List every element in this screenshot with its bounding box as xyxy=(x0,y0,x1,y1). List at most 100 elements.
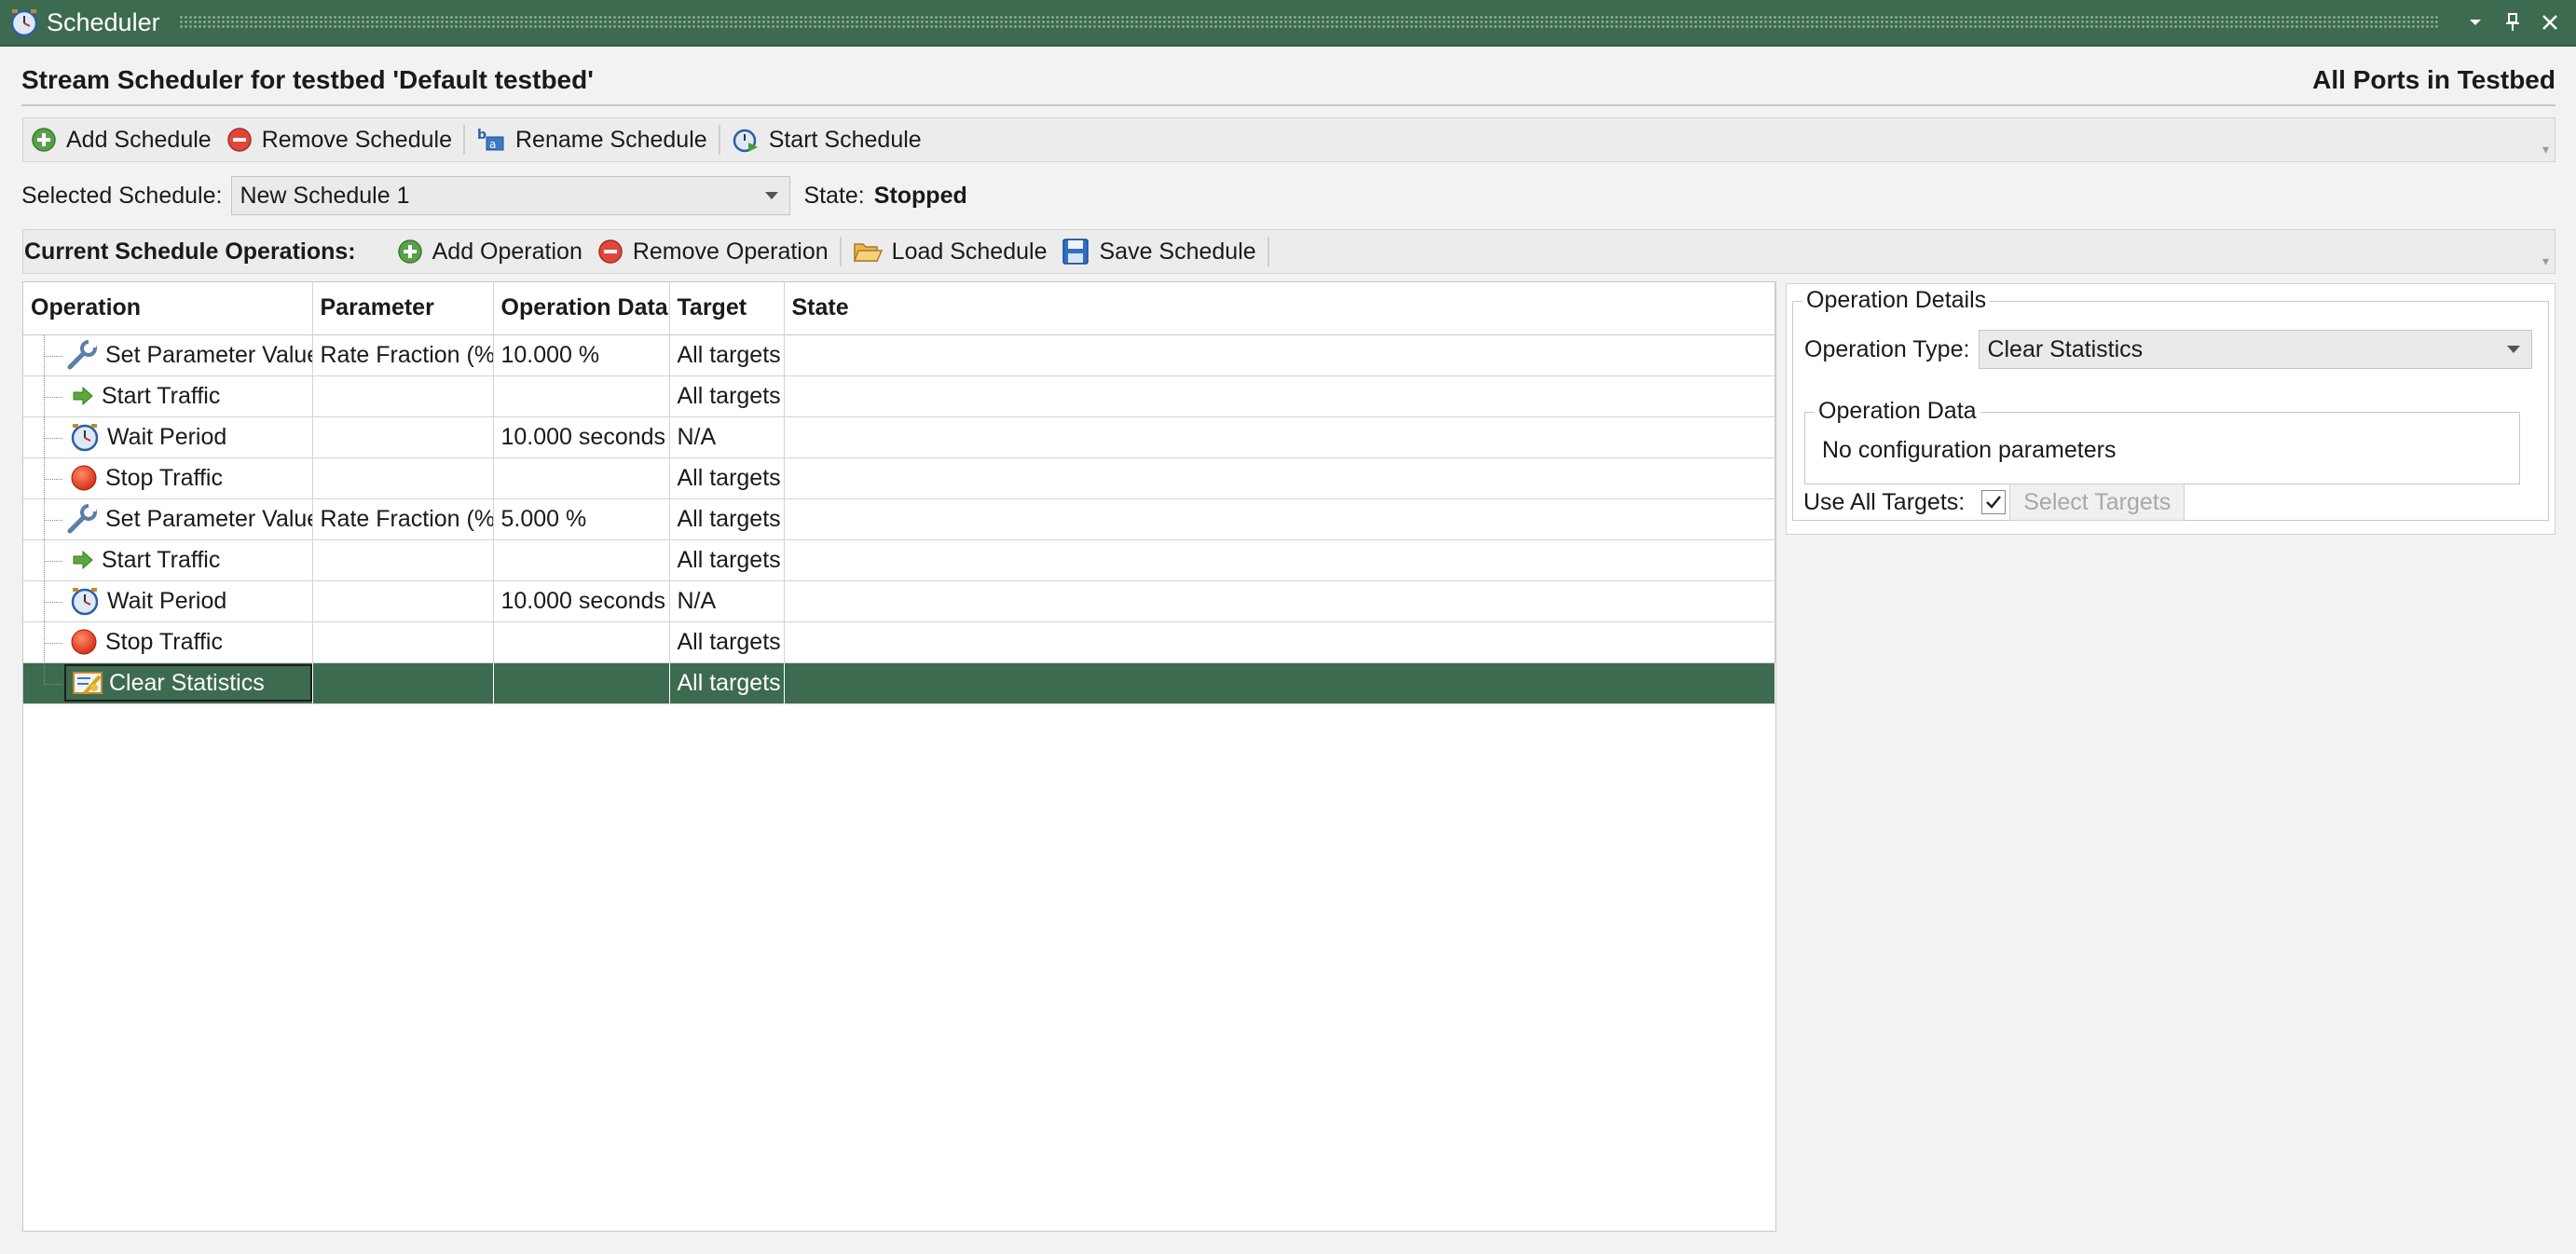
use-all-targets-row: Use All Targets: Select Targets xyxy=(1803,484,2185,521)
load-schedule-button[interactable]: Load Schedule xyxy=(845,230,1055,273)
window-menu-button[interactable] xyxy=(2459,6,2492,39)
close-button[interactable] xyxy=(2533,6,2567,39)
operation-cell[interactable]: Start Traffic xyxy=(23,539,313,581)
state-cell[interactable] xyxy=(784,498,1775,540)
column-header-parameter[interactable]: Parameter xyxy=(312,282,494,335)
operation-data-cell[interactable] xyxy=(493,457,670,499)
save-schedule-button[interactable]: Save Schedule xyxy=(1054,230,1263,273)
parameter-cell[interactable] xyxy=(312,457,494,499)
operation-name: Clear Statistics xyxy=(109,669,265,696)
operation-data-cell[interactable] xyxy=(493,539,670,581)
state-cell[interactable] xyxy=(784,662,1775,704)
operation-cell[interactable]: Stop Traffic xyxy=(23,457,313,499)
target-cell[interactable]: All targets xyxy=(669,539,785,581)
start-schedule-button[interactable]: Start Schedule xyxy=(724,118,929,161)
target-cell[interactable]: All targets xyxy=(669,498,785,540)
operation-data-group: Operation Data No configuration paramete… xyxy=(1804,398,2520,484)
use-all-targets-checkbox[interactable] xyxy=(1981,490,2007,514)
rename-schedule-button[interactable]: ba Rename Schedule xyxy=(469,118,715,161)
table-row[interactable]: Set Parameter Value Rate Fraction (%) 10… xyxy=(23,334,1775,376)
target-cell[interactable]: All targets xyxy=(669,375,785,417)
operation-cell[interactable]: Set Parameter Value xyxy=(23,498,313,540)
table-row[interactable]: Start Traffic All targets xyxy=(23,539,1775,581)
operation-data-cell[interactable]: 10.000 seconds xyxy=(493,580,670,622)
select-targets-button[interactable]: Select Targets xyxy=(2009,484,2185,521)
column-header-operation[interactable]: Operation xyxy=(23,282,313,335)
operation-data-cell[interactable] xyxy=(493,375,670,417)
wrench-icon xyxy=(67,504,97,534)
table-row[interactable]: Wait Period 10.000 seconds N/A xyxy=(23,416,1775,458)
parameter-cell[interactable]: Rate Fraction (%) xyxy=(312,334,494,376)
operation-cell[interactable]: Set Parameter Value xyxy=(23,334,313,376)
target-cell[interactable]: All targets xyxy=(669,662,785,704)
operation-data-cell[interactable]: 10.000 % xyxy=(493,334,670,376)
operation-cell[interactable]: Wait Period xyxy=(23,580,313,622)
table-row-selected[interactable]: Clear Statistics All targets xyxy=(23,662,1775,704)
schedule-select[interactable]: New Schedule 1 xyxy=(231,176,791,215)
column-header-target[interactable]: Target xyxy=(669,282,785,335)
folder-open-icon xyxy=(853,243,883,262)
parameter-cell[interactable] xyxy=(312,621,494,663)
table-row[interactable]: Stop Traffic All targets xyxy=(23,457,1775,499)
table-row[interactable]: Wait Period 10.000 seconds N/A xyxy=(23,580,1775,622)
stop-icon xyxy=(71,629,97,655)
table-row[interactable]: Stop Traffic All targets xyxy=(23,621,1775,663)
column-header-operation-data[interactable]: Operation Data xyxy=(493,282,670,335)
add-operation-button[interactable]: Add Operation xyxy=(390,230,590,273)
target-cell[interactable]: All targets xyxy=(669,621,785,663)
clock-icon xyxy=(71,424,99,452)
operation-type-select[interactable]: Clear Statistics xyxy=(1979,330,2533,369)
state-cell[interactable] xyxy=(784,416,1775,458)
operation-cell[interactable]: Stop Traffic xyxy=(23,621,313,663)
parameter-cell[interactable] xyxy=(312,539,494,581)
scheduler-clock-icon xyxy=(10,9,38,37)
target-cell[interactable]: N/A xyxy=(669,580,785,622)
target-cell[interactable]: All targets xyxy=(669,334,785,376)
schedule-selector-row: Selected Schedule: New Schedule 1 State:… xyxy=(21,175,967,216)
add-icon xyxy=(32,128,56,152)
add-schedule-button[interactable]: Add Schedule xyxy=(23,118,219,161)
toolbar-overflow-icon[interactable]: ▾ xyxy=(2542,253,2549,269)
parameter-cell[interactable] xyxy=(312,580,494,622)
parameter-cell[interactable]: Rate Fraction (%) xyxy=(312,498,494,540)
remove-operation-button[interactable]: Remove Operation xyxy=(590,230,836,273)
tree-line xyxy=(44,601,62,603)
operation-data-cell[interactable] xyxy=(493,621,670,663)
target-cell[interactable]: All targets xyxy=(669,457,785,499)
column-header-state[interactable]: State xyxy=(784,282,1775,335)
state-cell[interactable] xyxy=(784,621,1775,663)
operations-label-text: Current Schedule Operations: xyxy=(24,238,356,265)
pin-button[interactable] xyxy=(2496,6,2529,39)
parameter-cell[interactable] xyxy=(312,662,494,704)
operation-cell[interactable]: Start Traffic xyxy=(23,375,313,417)
selected-cell-focus: Clear Statistics xyxy=(64,664,311,702)
toolbar-overflow-icon[interactable]: ▾ xyxy=(2542,142,2549,157)
table-row[interactable]: Set Parameter Value Rate Fraction (%) 5.… xyxy=(23,498,1775,540)
toolbar-separator xyxy=(462,125,465,155)
add-icon xyxy=(397,239,422,264)
operation-name: Set Parameter Value xyxy=(105,341,312,368)
parameter-cell[interactable] xyxy=(312,375,494,417)
titlebar-drag-grip[interactable] xyxy=(178,15,2440,30)
state-cell[interactable] xyxy=(784,457,1775,499)
state-cell[interactable] xyxy=(784,334,1775,376)
chevron-down-icon xyxy=(2470,20,2481,25)
close-icon xyxy=(2542,15,2557,30)
operation-data-text: No configuration parameters xyxy=(1822,437,2117,463)
operation-data-cell[interactable]: 10.000 seconds xyxy=(493,416,670,458)
parameter-cell[interactable] xyxy=(312,416,494,458)
remove-schedule-button[interactable]: Remove Schedule xyxy=(219,118,459,161)
operation-data-cell[interactable]: 5.000 % xyxy=(493,498,670,540)
clock-icon xyxy=(71,588,99,616)
remove-icon xyxy=(598,239,623,264)
operation-name: Set Parameter Value xyxy=(105,505,312,532)
table-row[interactable]: Start Traffic All targets xyxy=(23,375,1775,417)
window-title: Scheduler xyxy=(47,7,160,36)
operation-cell[interactable]: Clear Statistics xyxy=(23,662,313,704)
state-cell[interactable] xyxy=(784,539,1775,581)
operation-cell[interactable]: Wait Period xyxy=(23,416,313,458)
state-cell[interactable] xyxy=(784,580,1775,622)
target-cell[interactable]: N/A xyxy=(669,416,785,458)
state-cell[interactable] xyxy=(784,375,1775,417)
operation-data-cell[interactable] xyxy=(493,662,670,704)
